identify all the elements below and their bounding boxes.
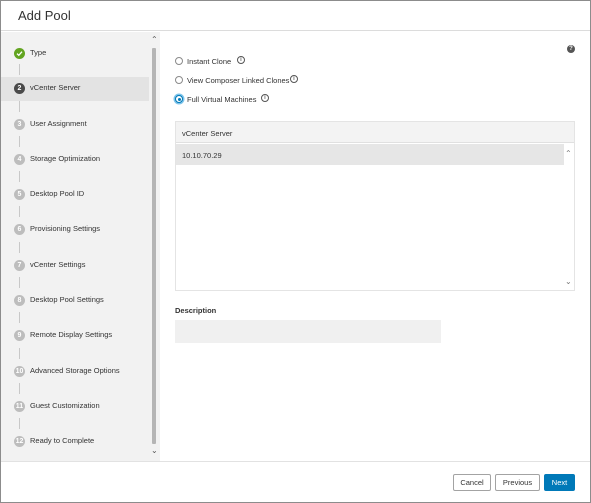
step-label: Advanced Storage Options bbox=[30, 366, 120, 375]
step-number: 11 bbox=[14, 401, 25, 412]
step-connector bbox=[19, 277, 20, 288]
step-connector bbox=[19, 171, 20, 182]
step-storage-optimization[interactable]: 4 Storage Optimization bbox=[1, 148, 149, 172]
chevron-up-icon[interactable]: ⌃ bbox=[151, 36, 158, 44]
step-vcenter-server[interactable]: 2 vCenter Server bbox=[1, 77, 149, 101]
step-number: 8 bbox=[14, 295, 25, 306]
step-number: 3 bbox=[14, 119, 25, 130]
step-label: vCenter Settings bbox=[30, 260, 86, 269]
radio-button[interactable] bbox=[175, 57, 183, 65]
step-label: User Assignment bbox=[30, 119, 87, 128]
step-user-assignment[interactable]: 3 User Assignment bbox=[1, 113, 149, 137]
step-number: 10 bbox=[14, 366, 25, 377]
check-icon bbox=[16, 51, 23, 57]
step-connector bbox=[19, 206, 20, 217]
step-number: 9 bbox=[14, 330, 25, 341]
vcenter-address: 10.10.70.29 bbox=[182, 151, 222, 160]
dialog-title: Add Pool bbox=[18, 8, 71, 23]
info-icon[interactable]: i bbox=[261, 94, 269, 102]
dialog-title-bar: Add Pool bbox=[1, 1, 590, 31]
step-vcenter-settings[interactable]: 7 vCenter Settings bbox=[1, 254, 149, 278]
wizard-steps-sidebar: Type 2 vCenter Server 3 User Assignment … bbox=[1, 32, 160, 461]
step-label: Ready to Complete bbox=[30, 436, 95, 445]
step-label: vCenter Server bbox=[30, 83, 81, 92]
previous-button[interactable]: Previous bbox=[495, 474, 540, 491]
chevron-down-icon[interactable]: ⌄ bbox=[151, 447, 158, 455]
step-number: 7 bbox=[14, 260, 25, 271]
step-complete-badge bbox=[14, 48, 25, 59]
step-connector bbox=[19, 418, 20, 429]
step-number: 4 bbox=[14, 154, 25, 165]
step-type[interactable]: Type bbox=[1, 42, 149, 66]
next-button[interactable]: Next bbox=[544, 474, 575, 491]
step-connector bbox=[19, 348, 20, 359]
radio-full-virtual-machines[interactable]: Full Virtual Machines i bbox=[175, 94, 275, 106]
info-icon[interactable]: i bbox=[237, 56, 245, 64]
radio-view-composer-linked-clones[interactable]: View Composer Linked Clones i bbox=[175, 75, 305, 87]
table-scrollbar[interactable]: ⌃ ⌄ bbox=[564, 144, 574, 290]
step-connector bbox=[19, 312, 20, 323]
step-label: Remote Display Settings bbox=[30, 330, 113, 339]
table-header[interactable]: vCenter Server bbox=[176, 122, 574, 143]
step-label: Desktop Pool Settings bbox=[30, 295, 104, 304]
step-connector bbox=[19, 136, 20, 147]
chevron-up-icon[interactable]: ⌃ bbox=[565, 150, 572, 158]
step-guest-customization[interactable]: 11 Guest Customization bbox=[1, 395, 149, 419]
step-provisioning-settings[interactable]: 6 Provisioning Settings bbox=[1, 218, 149, 242]
step-label: Guest Customization bbox=[30, 401, 100, 410]
step-number: 12 bbox=[14, 436, 25, 447]
step-label: Provisioning Settings bbox=[30, 224, 101, 233]
step-advanced-storage-options[interactable]: 10 Advanced Storage Options bbox=[1, 360, 149, 384]
step-desktop-pool-id[interactable]: 5 Desktop Pool ID bbox=[1, 183, 149, 207]
step-desktop-pool-settings[interactable]: 8 Desktop Pool Settings bbox=[1, 289, 149, 313]
radio-label: Instant Clone bbox=[187, 57, 232, 66]
add-pool-dialog: Add Pool Type 2 vCenter Server 3 User As… bbox=[0, 0, 591, 503]
vcenter-server-table: vCenter Server 10.10.70.29 ⌃ ⌄ bbox=[175, 121, 575, 291]
radio-button[interactable] bbox=[175, 76, 183, 84]
step-connector bbox=[19, 64, 20, 75]
column-header-vcenter-server: vCenter Server bbox=[182, 129, 233, 138]
footer-divider bbox=[1, 461, 590, 462]
step-connector bbox=[19, 242, 20, 253]
info-icon[interactable]: i bbox=[290, 75, 298, 83]
step-connector bbox=[19, 383, 20, 394]
radio-label: View Composer Linked Clones bbox=[187, 76, 290, 85]
radio-instant-clone[interactable]: Instant Clone i bbox=[175, 56, 265, 68]
cancel-button[interactable]: Cancel bbox=[453, 474, 491, 491]
description-label: Description bbox=[175, 306, 217, 315]
step-remote-display-settings[interactable]: 9 Remote Display Settings bbox=[1, 324, 149, 348]
help-icon[interactable]: ? bbox=[567, 45, 575, 53]
sidebar-scroll-thumb[interactable] bbox=[152, 48, 156, 444]
step-number: 5 bbox=[14, 189, 25, 200]
radio-label: Full Virtual Machines bbox=[187, 95, 257, 104]
table-row[interactable]: 10.10.70.29 bbox=[176, 144, 564, 165]
step-label: Desktop Pool ID bbox=[30, 189, 85, 198]
step-number: 2 bbox=[14, 83, 25, 94]
step-number: 6 bbox=[14, 224, 25, 235]
step-ready-to-complete[interactable]: 12 Ready to Complete bbox=[1, 430, 149, 454]
description-input[interactable] bbox=[175, 320, 441, 343]
step-connector bbox=[19, 101, 20, 112]
radio-button-selected[interactable] bbox=[175, 95, 183, 103]
step-label: Type bbox=[30, 48, 47, 57]
sidebar-scrollbar[interactable]: ⌃ ⌄ bbox=[149, 32, 160, 461]
chevron-down-icon[interactable]: ⌄ bbox=[565, 278, 572, 286]
step-label: Storage Optimization bbox=[30, 154, 101, 163]
